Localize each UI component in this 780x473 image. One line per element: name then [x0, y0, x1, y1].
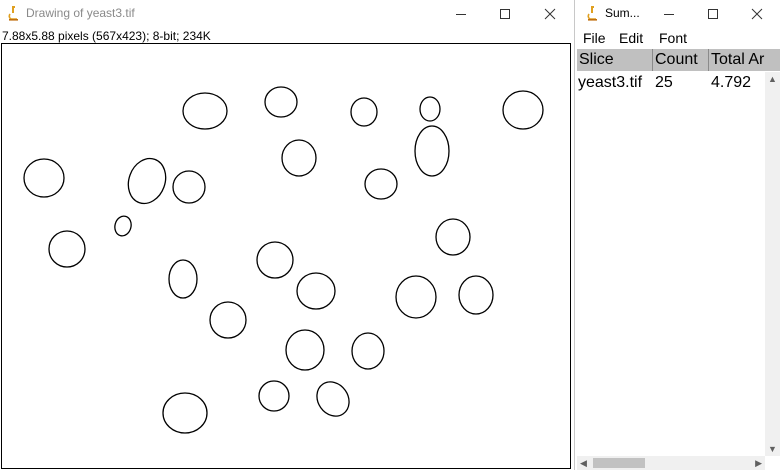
column-header-count[interactable]: Count — [653, 49, 709, 71]
scroll-down-icon[interactable]: ▼ — [768, 444, 777, 454]
cell-outline — [23, 158, 65, 198]
cell-outline — [168, 259, 198, 299]
maximize-button[interactable] — [483, 0, 527, 28]
cell-outline — [127, 157, 167, 205]
menu-file[interactable]: File — [583, 30, 606, 46]
close-button[interactable] — [528, 0, 572, 28]
drawing-canvas[interactable] — [1, 43, 571, 469]
drawing-window-title: Drawing of yeast3.tif — [26, 6, 135, 20]
cell-outline — [285, 329, 325, 371]
microscope-icon — [585, 5, 599, 21]
scroll-up-icon[interactable]: ▲ — [768, 74, 777, 84]
horizontal-scroll-thumb[interactable] — [593, 458, 645, 468]
minimize-button[interactable] — [647, 0, 691, 28]
scroll-left-icon[interactable]: ◀ — [580, 458, 587, 468]
close-button[interactable] — [735, 0, 779, 28]
cell-total-area: 4.792 — [711, 74, 752, 91]
minimize-button[interactable] — [439, 0, 483, 28]
drawing-titlebar[interactable]: Drawing of yeast3.tif — [0, 0, 572, 28]
summary-menubar: File Edit Font — [575, 28, 780, 48]
cell-outline — [48, 230, 86, 268]
maximize-icon — [708, 9, 718, 19]
cell-outline — [182, 92, 228, 130]
scroll-right-icon[interactable]: ▶ — [755, 458, 762, 468]
results-table-header: Slice Count Total Ar — [577, 49, 780, 71]
cell-outline — [364, 168, 398, 200]
cell-outlines — [23, 86, 544, 434]
vertical-scrollbar[interactable]: ▲ ▼ — [765, 72, 780, 456]
drawing-window: Drawing of yeast3.tif 7.88x5.88 pixels (… — [0, 0, 572, 470]
cell-outline — [209, 301, 247, 339]
cell-outline — [256, 241, 294, 279]
close-icon — [544, 8, 556, 20]
cell-slice: yeast3.tif — [578, 74, 643, 91]
microscope-icon — [6, 5, 20, 21]
summary-window-title: Sum... — [605, 6, 640, 20]
cell-outline — [419, 96, 441, 122]
cell-outline — [395, 275, 437, 319]
maximize-button[interactable] — [691, 0, 735, 28]
cell-outline — [264, 86, 298, 118]
cell-outline — [502, 90, 544, 130]
cell-outline — [351, 332, 385, 370]
cell-outline — [435, 218, 471, 256]
summary-window: Sum... File Edit Font Slice Count Total … — [574, 0, 780, 470]
column-header-total-area[interactable]: Total Ar — [709, 49, 780, 71]
cell-outline — [172, 170, 206, 204]
minimize-icon — [664, 14, 674, 15]
cell-count: 25 — [655, 74, 673, 91]
close-icon — [751, 8, 763, 20]
summary-titlebar[interactable]: Sum... — [575, 0, 780, 28]
image-info: 7.88x5.88 pixels (567x423); 8-bit; 234K — [2, 29, 211, 43]
cell-outline — [350, 97, 378, 127]
cell-outline — [458, 275, 494, 315]
menu-font[interactable]: Font — [659, 30, 687, 46]
cell-outline — [114, 215, 132, 237]
cell-outline — [296, 272, 336, 310]
cell-outline — [281, 139, 317, 177]
cell-outline — [258, 380, 290, 412]
cell-outline — [316, 381, 350, 417]
column-header-slice[interactable]: Slice — [577, 49, 653, 71]
minimize-icon — [456, 14, 466, 15]
menu-edit[interactable]: Edit — [619, 30, 643, 46]
maximize-icon — [500, 9, 510, 19]
cell-outline — [414, 125, 450, 177]
horizontal-scrollbar[interactable]: ◀ ▶ — [577, 456, 765, 470]
cell-outline — [162, 392, 208, 434]
